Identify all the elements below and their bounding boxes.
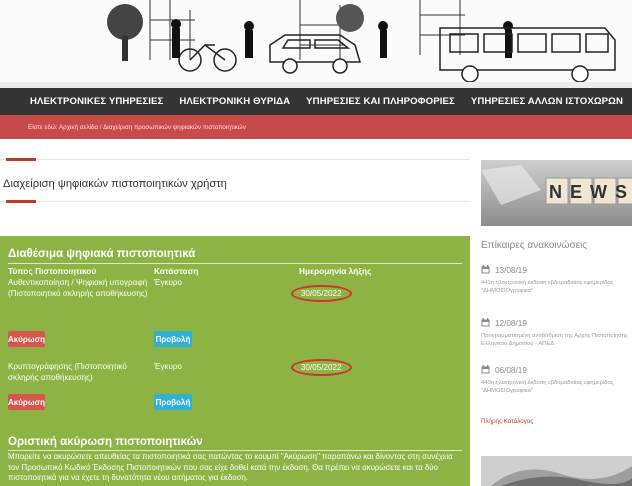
- nav-item-other-sites[interactable]: ΥΠΗΡΕΣΙΕΣ ΑΛΛΩΝ ΙΣΤΟΧΩΡΩΝ: [471, 96, 623, 107]
- certificate-2-expiry: 30/05/2022: [291, 359, 352, 376]
- header-banner-illustration: [0, 0, 632, 88]
- announcement-date-text: 06/08/19: [495, 366, 527, 375]
- title-accent-bottom: [6, 200, 36, 203]
- announcement-1-text[interactable]: 441η ηλεκτρονική έκδοση εβδομαδιαίας εφη…: [481, 280, 629, 295]
- page-title: Διαχείριση ψηφιακών πιστοποιητικών χρήστ…: [3, 178, 227, 190]
- nav-item-electronic-inbox[interactable]: ΗΛΕΚΤΡΟΝΙΚΗ ΘΥΡΙΔΑ: [179, 96, 290, 107]
- announcements-title: Επίκαιρες ανακοινώσεις: [481, 240, 588, 251]
- breadcrumb-text[interactable]: Είστε εδώ: Αρχική σελίδα / Διαχείριση πρ…: [28, 124, 246, 131]
- column-header-status: Κατάσταση: [154, 266, 199, 276]
- nav-item-electronic-services[interactable]: ΗΛΕΚΤΡΟΝΙΚΕΣ ΥΠΗΡΕΣΙΕΣ: [30, 96, 163, 107]
- certificate-1-type: Αυθεντικοποίηση / Ψηφιακή υπογραφή (Πιστ…: [8, 278, 148, 298]
- main-nav: ΗΛΕΚΤΡΟΝΙΚΕΣ ΥΠΗΡΕΣΙΕΣ ΗΛΕΚΤΡΟΝΙΚΗ ΘΥΡΙΔ…: [0, 88, 632, 115]
- news-image: NEWS: [481, 160, 632, 226]
- full-catalog-link[interactable]: Πλήρης Κατάλογος: [481, 418, 533, 425]
- section-divider: [8, 263, 462, 264]
- revocation-divider: [8, 450, 462, 451]
- announcement-date-text: 13/08/19: [495, 266, 527, 275]
- available-certificates-title: Διαθέσιμα ψηφιακά πιστοποιητικά: [8, 248, 196, 260]
- certificate-1-revoke-button[interactable]: Ακύρωση: [8, 331, 45, 347]
- certificate-1-status: Έγκυρο: [154, 278, 182, 287]
- announcement-2-text[interactable]: Προγραμματισμένη αναβάθμιση της Αρχής Πι…: [481, 333, 629, 348]
- sidebar-image: [481, 456, 632, 486]
- column-header-type: Τύπος Πιστοποιητικού: [8, 266, 97, 276]
- nav-item-services-info[interactable]: ΥΠΗΡΕΣΙΕΣ ΚΑΙ ΠΛΗΡΟΦΟΡΙΕΣ: [306, 96, 455, 107]
- calendar-icon: [481, 365, 490, 376]
- column-header-expiry: Ημερομηνία λήξης: [299, 266, 372, 276]
- announcement-1-date: 13/08/19: [481, 265, 527, 276]
- certificate-1-expiry: 30/05/2022: [291, 285, 352, 302]
- breadcrumb: Είστε εδώ: Αρχική σελίδα / Διαχείριση πρ…: [0, 115, 632, 139]
- news-image-text: NEWS: [549, 182, 632, 202]
- certificate-2-view-button[interactable]: Προβολή: [154, 394, 192, 410]
- revocation-title: Οριστική ακύρωση πιστοποιητικών: [8, 436, 203, 448]
- title-divider-top: [0, 159, 470, 160]
- city-sketch-illustration: [0, 0, 632, 88]
- announcement-3-date: 06/08/19: [481, 365, 527, 376]
- title-accent-top: [6, 158, 36, 161]
- certificate-2-revoke-button[interactable]: Ακύρωση: [8, 394, 45, 410]
- calendar-icon: [481, 318, 490, 329]
- announcement-date-text: 12/08/19: [495, 319, 527, 328]
- calendar-icon: [481, 265, 490, 276]
- title-divider-bottom: [0, 201, 470, 202]
- certificate-2-type: Κρυπτογράφησης (Πιστοποιητικό σκληρής απ…: [8, 362, 127, 382]
- announcement-2-date: 12/08/19: [481, 318, 527, 329]
- certificate-2-status: Έγκυρο: [154, 362, 182, 371]
- revocation-text: Μπορείτε να ακυρώσετε απευθείας τα πιστο…: [8, 452, 453, 482]
- announcement-3-text[interactable]: 440η ηλεκτρονική έκδοση εβδομαδιαίας εφη…: [481, 380, 629, 395]
- certificate-1-view-button[interactable]: Προβολή: [154, 331, 192, 347]
